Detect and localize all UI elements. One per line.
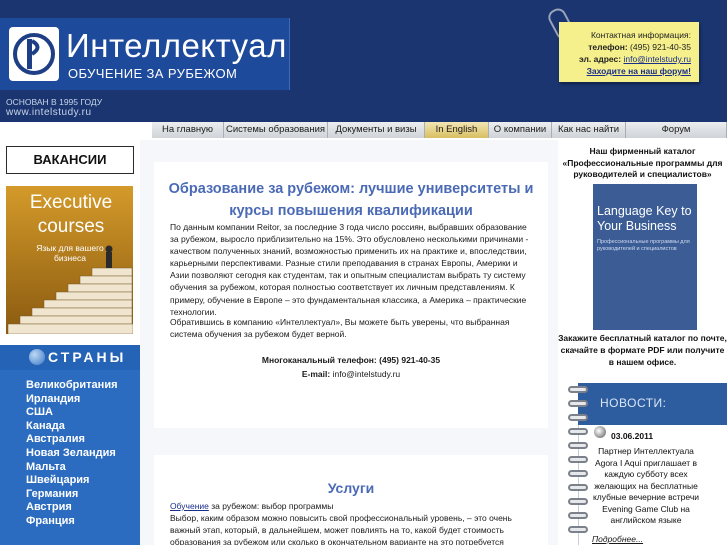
nav-in-english[interactable]: In English (425, 122, 489, 138)
catalog-order-text: Закажите бесплатный каталог по почте, ск… (558, 333, 727, 367)
ring-icon (568, 470, 588, 477)
country-switzerland[interactable]: Швейцария (26, 474, 140, 488)
nav-education-systems[interactable]: Системы образования (224, 122, 328, 138)
services-education-link[interactable]: Обучение (170, 501, 209, 511)
countries-title: СТРАНЫ (48, 349, 127, 365)
contact-phone-label: телефон: (588, 42, 628, 52)
countries-panel: Великобритания Ирландия США Канада Австр… (0, 370, 140, 545)
contact-email-label: эл. адрес: (579, 54, 622, 64)
nav-how-to-find[interactable]: Как нас найти (552, 122, 626, 138)
brand-name[interactable]: Интеллектуал (66, 27, 287, 65)
news-title: НОВОСТИ: (600, 396, 667, 410)
main-email-row: E-mail: info@intelstudy.ru (156, 367, 546, 381)
services-line1: за рубежом: выбор программы (208, 501, 334, 511)
main-email[interactable]: info@intelstudy.ru (333, 369, 401, 379)
main-email-label: E-mail: (301, 369, 331, 379)
contact-heading: Контактная информация: (590, 30, 691, 40)
news-more-link[interactable]: Подробнее... (592, 534, 643, 544)
ring-icon (568, 512, 588, 519)
ring-icon (568, 414, 588, 421)
site-url: www.intelstudy.ru (6, 107, 92, 118)
country-new-zealand[interactable]: Новая Зеландия (26, 447, 140, 461)
nav-about[interactable]: О компании (489, 122, 552, 138)
trust-paragraph: Обратившись в компанию «Интеллектуал», В… (170, 317, 510, 340)
country-germany[interactable]: Германия (26, 488, 140, 502)
banner-subtitle: Язык для вашего бизнеса (36, 243, 104, 263)
news-date: 03.06.2011 (611, 431, 654, 441)
ring-icon (568, 498, 588, 505)
contact-email-row: эл. адрес: info@intelstudy.ru (559, 53, 691, 65)
contact-note: Контактная информация: телефон: (495) 92… (559, 22, 699, 82)
country-france[interactable]: Франция (26, 515, 140, 529)
nav-home[interactable]: На главную (152, 122, 224, 138)
contact-block: Многоканальный телефон: (495) 921-40-35 … (156, 353, 546, 381)
country-austria[interactable]: Австрия (26, 501, 140, 515)
ring-icon (568, 526, 588, 533)
vacancies-button[interactable]: ВАКАНСИИ (6, 146, 134, 174)
contact-phone-row: телефон: (495) 921-40-35 (559, 41, 691, 53)
contact-phone: (495) 921-40-35 (630, 42, 691, 52)
book-subtitle: Профессиональные программы для руководит… (597, 239, 690, 252)
main-phone-row: Многоканальный телефон: (495) 921-40-35 (156, 353, 546, 367)
country-malta[interactable]: Мальта (26, 461, 140, 475)
book-title: Language Key to Your Business (597, 204, 692, 233)
country-usa[interactable]: США (26, 406, 140, 420)
main-nav: На главную Системы образования Документы… (152, 122, 727, 138)
founded-year: ОСНОВАН В 1995 ГОДУ (6, 97, 103, 107)
ring-icon (568, 484, 588, 491)
executive-courses-banner[interactable]: Executive courses Язык для вашего бизнес… (6, 186, 133, 334)
country-australia[interactable]: Австралия (26, 433, 140, 447)
logo-mark-icon[interactable] (9, 27, 59, 81)
news-bullet-icon (594, 426, 606, 438)
nav-forum[interactable]: Форум (626, 122, 727, 138)
catalog-book-cover[interactable]: Language Key to Your Business Профессион… (593, 184, 697, 330)
services-paragraph: Выбор, каким образом можно повысить свой… (170, 513, 512, 545)
contact-email-link[interactable]: info@intelstudy.ru (623, 54, 691, 64)
page-title: Образование за рубежом: лучшие университ… (168, 181, 534, 219)
ring-icon (568, 428, 588, 435)
catalog-title: Наш фирменный каталог «Профессиональные … (562, 146, 723, 179)
ring-icon (568, 442, 588, 449)
notebook-rings (568, 386, 590, 545)
ring-icon (568, 386, 588, 393)
nav-documents-visas[interactable]: Документы и визы (328, 122, 425, 138)
forum-link[interactable]: Заходите на наш форум! (559, 65, 691, 77)
countries-list: Великобритания Ирландия США Канада Австр… (0, 370, 140, 529)
country-ireland[interactable]: Ирландия (26, 393, 140, 407)
country-canada[interactable]: Канада (26, 420, 140, 434)
services-title: Услуги (327, 480, 375, 496)
country-uk[interactable]: Великобритания (26, 379, 140, 393)
services-text: Обучение за рубежом: выбор программы Выб… (170, 500, 536, 545)
countries-header: СТРАНЫ (0, 345, 140, 370)
site-header: Интеллектуал ОБУЧЕНИЕ ЗА РУБЕЖОМ ОСНОВАН… (0, 0, 727, 122)
globe-icon (29, 349, 45, 365)
ring-icon (568, 400, 588, 407)
brand-tagline: ОБУЧЕНИЕ ЗА РУБЕЖОМ (68, 66, 238, 81)
main-phone-label: Многоканальный телефон: (261, 355, 377, 365)
intro-paragraph: По данным компании Reitor, за последние … (170, 222, 529, 317)
services-first-line: Обучение за рубежом: выбор программы (170, 500, 536, 512)
news-item-text: Партнер Интеллектуала Agora I Aqui пригл… (592, 446, 700, 525)
ring-icon (568, 456, 588, 463)
banner-title: Executive courses (29, 192, 113, 237)
main-phone: (495) 921-40-35 (379, 355, 441, 365)
